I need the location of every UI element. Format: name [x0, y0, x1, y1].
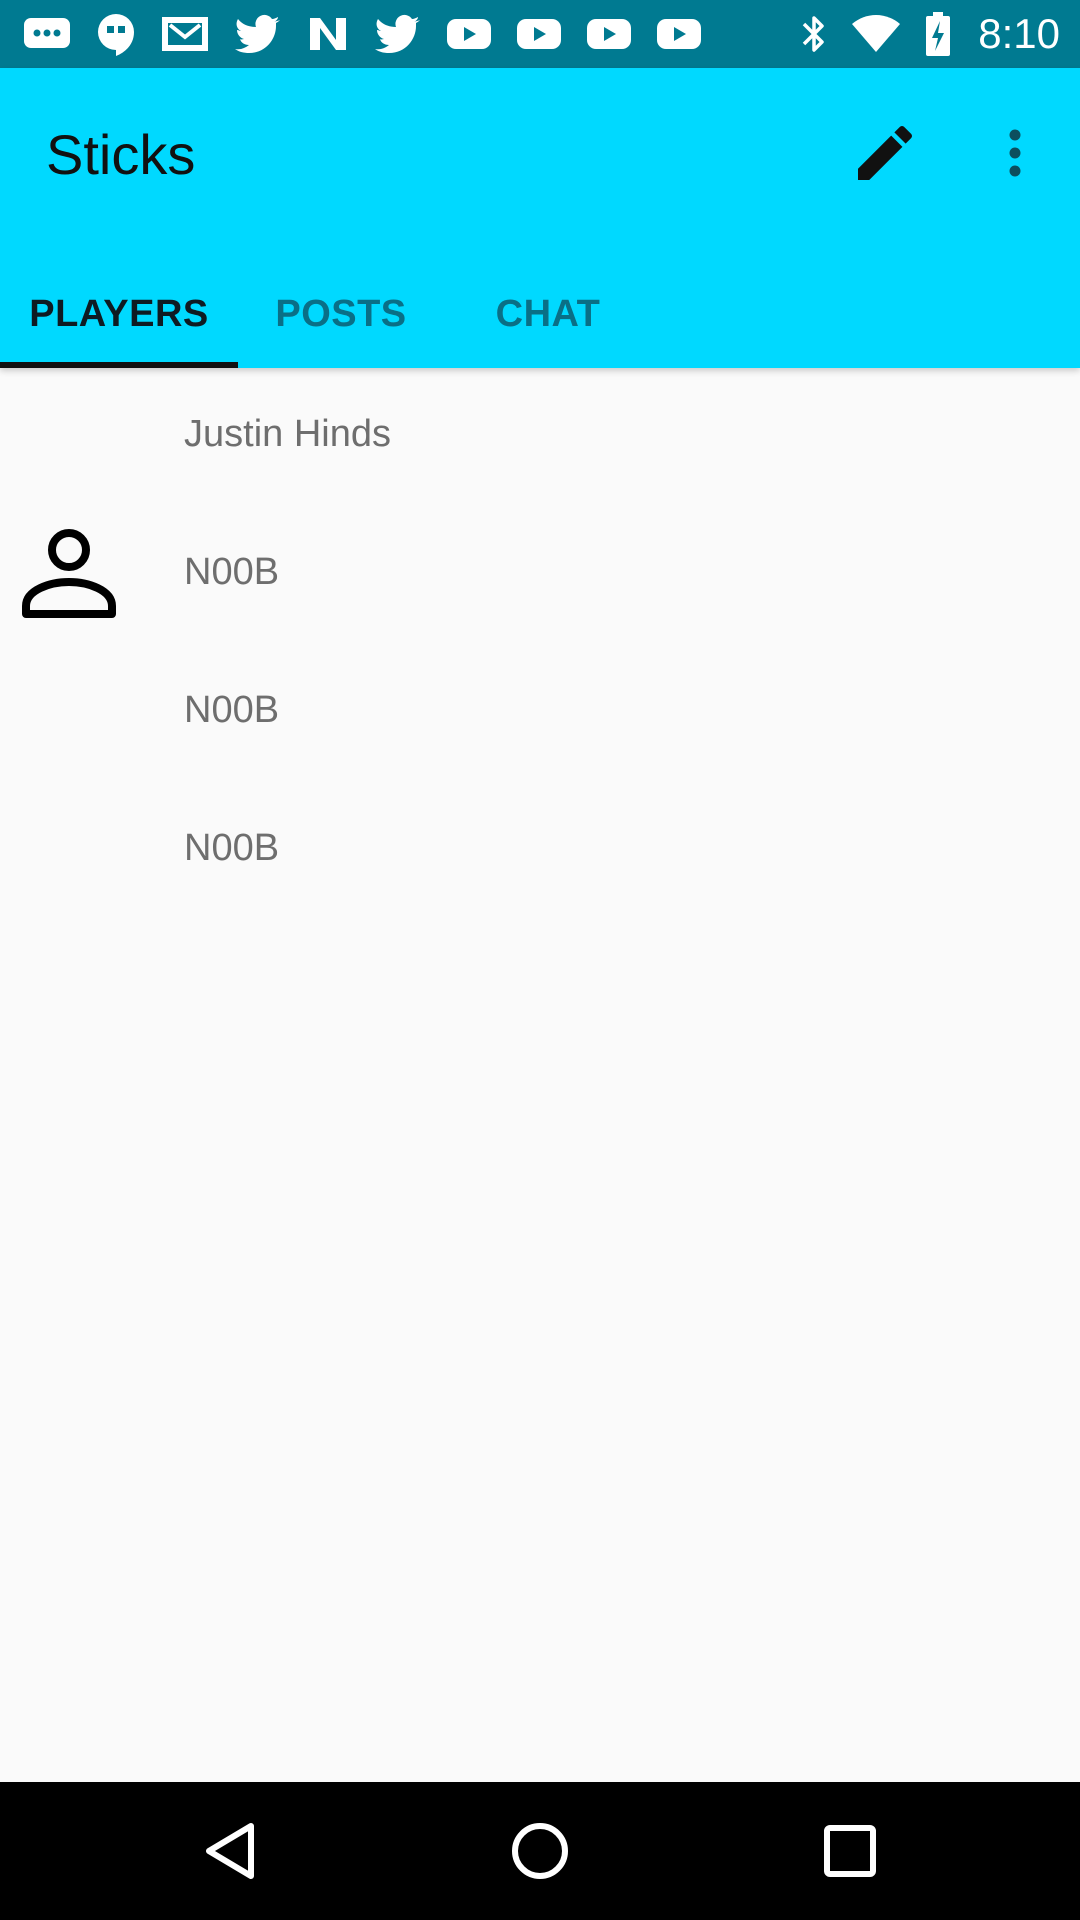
bluetooth-icon	[803, 16, 824, 52]
hangouts-icon	[98, 14, 134, 56]
status-bar: 8:10	[0, 0, 1080, 68]
app-bar: Sticks PLAYERS POSTS CHAT	[0, 68, 1080, 368]
tab-posts[interactable]: POSTS	[238, 260, 444, 368]
player-name[interactable]: N00B	[184, 827, 279, 870]
youtube-icon	[657, 19, 701, 49]
more-vert-icon	[1009, 129, 1021, 177]
news-icon	[310, 18, 346, 50]
system-icons: 8:10	[800, 10, 1060, 58]
youtube-icon	[447, 19, 491, 49]
back-button[interactable]	[150, 1782, 310, 1920]
twitter-icon	[235, 14, 280, 53]
twitter-icon	[375, 14, 420, 53]
tab-players[interactable]: PLAYERS	[0, 260, 238, 368]
app-title: Sticks	[46, 123, 196, 186]
edit-icon	[858, 125, 913, 180]
tab-indicator	[0, 362, 238, 368]
home-icon	[512, 1823, 568, 1879]
clock: 8:10	[978, 10, 1060, 57]
player-name[interactable]: N00B	[184, 551, 279, 594]
notification-icons	[22, 12, 800, 56]
gmail-icon	[162, 17, 208, 51]
battery-charging-icon	[926, 12, 951, 56]
recents-icon	[824, 1825, 876, 1877]
player-name[interactable]: Justin Hinds	[184, 413, 391, 456]
player-name[interactable]: N00B	[184, 689, 279, 732]
tab-chat[interactable]: CHAT	[444, 260, 652, 368]
more-options-button[interactable]	[980, 108, 1050, 198]
navigation-bar	[0, 1782, 1080, 1920]
tab-bar: PLAYERS POSTS CHAT	[0, 260, 1080, 368]
youtube-icon	[517, 19, 561, 49]
recents-button[interactable]	[770, 1782, 930, 1920]
home-button[interactable]	[460, 1782, 620, 1920]
wifi-icon	[852, 15, 901, 52]
edit-button[interactable]	[840, 108, 930, 198]
person-icon	[22, 529, 116, 618]
message-icon	[24, 18, 70, 48]
back-icon	[206, 1823, 254, 1879]
youtube-icon	[587, 19, 631, 49]
